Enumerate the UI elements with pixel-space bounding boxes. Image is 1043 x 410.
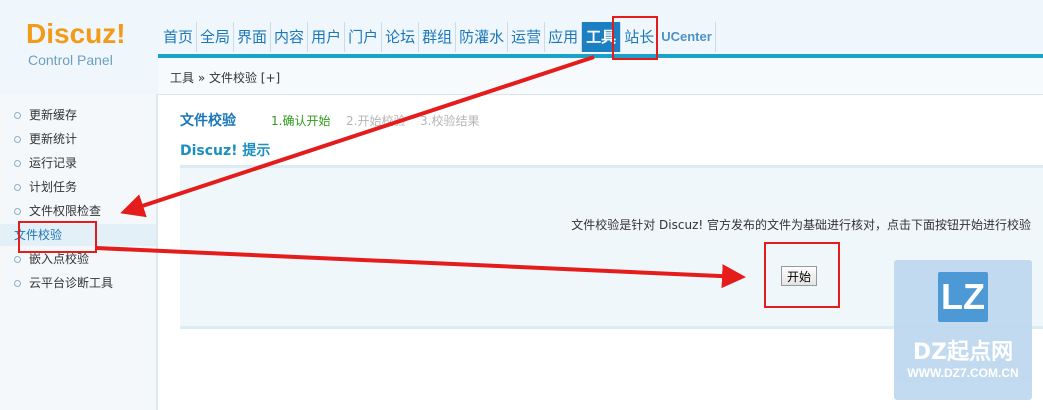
arrow-sidebar-to-start [95, 246, 746, 289]
arrow-tools-to-sidebar [120, 55, 595, 218]
watermark: LZ DZ起点网 WWW.DZ7.COM.CN [894, 260, 1032, 400]
watermark-url: WWW.DZ7.COM.CN [907, 366, 1019, 380]
watermark-logo: LZ [938, 272, 988, 322]
watermark-site: DZ起点网 [912, 340, 1014, 365]
annotation-arrows [95, 55, 746, 289]
